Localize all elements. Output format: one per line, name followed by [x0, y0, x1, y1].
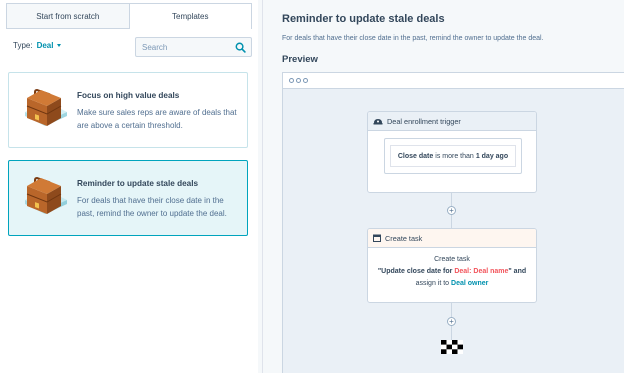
caret-down-icon [57, 44, 62, 47]
task-line-2-prefix: "Update close date for [377, 268, 453, 275]
task-line-3-prefix: assign it to [415, 280, 450, 287]
template-list-panel: Start from scratch Templates Type: Deal [0, 0, 258, 373]
type-filter-label: Type: [13, 41, 33, 50]
task-line-2-suffix: " and [508, 268, 527, 275]
template-detail-panel: Reminder to update stale deals For deals… [262, 0, 624, 373]
trigger-header: Deal enrollment trigger [368, 112, 536, 131]
enrollment-trigger-icon [373, 119, 383, 125]
search-input[interactable] [136, 42, 231, 52]
tab-start-from-scratch[interactable]: Start from scratch [6, 3, 130, 29]
search-box [135, 37, 252, 57]
finish-flag-icon [441, 340, 463, 354]
deal-name-token: Deal: Deal name [454, 268, 509, 275]
template-card-update-stale-deals[interactable]: Reminder to update stale deals For deals… [8, 160, 248, 236]
template-card-title: Reminder to update stale deals [77, 179, 199, 188]
create-task-node[interactable]: Create task Create task "Update close da… [367, 228, 537, 303]
briefcase-icon [25, 176, 67, 214]
window-dot-icon [289, 78, 294, 83]
briefcase-icon [25, 88, 67, 126]
trigger-condition-box: Close date is more than 1 day ago [384, 138, 522, 174]
add-action-button[interactable]: + [447, 317, 456, 326]
condition-value: 1 day ago [475, 152, 509, 160]
detail-title: Reminder to update stale deals [282, 13, 445, 25]
add-action-button[interactable]: + [447, 206, 456, 215]
enrollment-trigger-node[interactable]: Deal enrollment trigger Close date is mo… [367, 111, 537, 193]
task-body: Create task "Update close date for Deal:… [368, 248, 536, 290]
task-line-2: "Update close date for Deal: Deal name" … [368, 266, 536, 278]
type-filter: Type: Deal [13, 41, 62, 50]
preview-heading: Preview [282, 54, 318, 65]
task-line-1: Create task [434, 256, 470, 263]
detail-description: For deals that have their close date in … [282, 35, 544, 42]
deal-owner-token: Deal owner [451, 280, 489, 287]
tab-bar: Start from scratch Templates [6, 3, 252, 29]
condition-operator: is more than [435, 152, 474, 160]
condition-property: Close date [397, 152, 434, 160]
search-icon[interactable] [235, 42, 246, 53]
task-icon [373, 234, 381, 242]
type-filter-dropdown[interactable]: Deal [37, 41, 62, 50]
template-card-description: Make sure sales reps are aware of deals … [77, 108, 237, 130]
trigger-condition[interactable]: Close date is more than 1 day ago [390, 145, 516, 167]
tab-templates[interactable]: Templates [129, 3, 252, 29]
window-dot-icon [296, 78, 301, 83]
template-card-description: For deals that have their close date in … [77, 196, 227, 218]
trigger-header-label: Deal enrollment trigger [387, 116, 461, 126]
task-header: Create task [368, 229, 536, 248]
task-line-3: assign it to Deal owner [368, 278, 536, 290]
task-header-label: Create task [385, 233, 423, 243]
template-card-title: Focus on high value deals [77, 91, 180, 100]
template-card-high-value-deals[interactable]: Focus on high value deals Make sure sale… [8, 72, 248, 148]
workflow-preview: Deal enrollment trigger Close date is mo… [282, 72, 624, 373]
window-dot-icon [303, 78, 308, 83]
preview-window-bar [283, 73, 624, 89]
type-filter-value: Deal [36, 41, 54, 50]
